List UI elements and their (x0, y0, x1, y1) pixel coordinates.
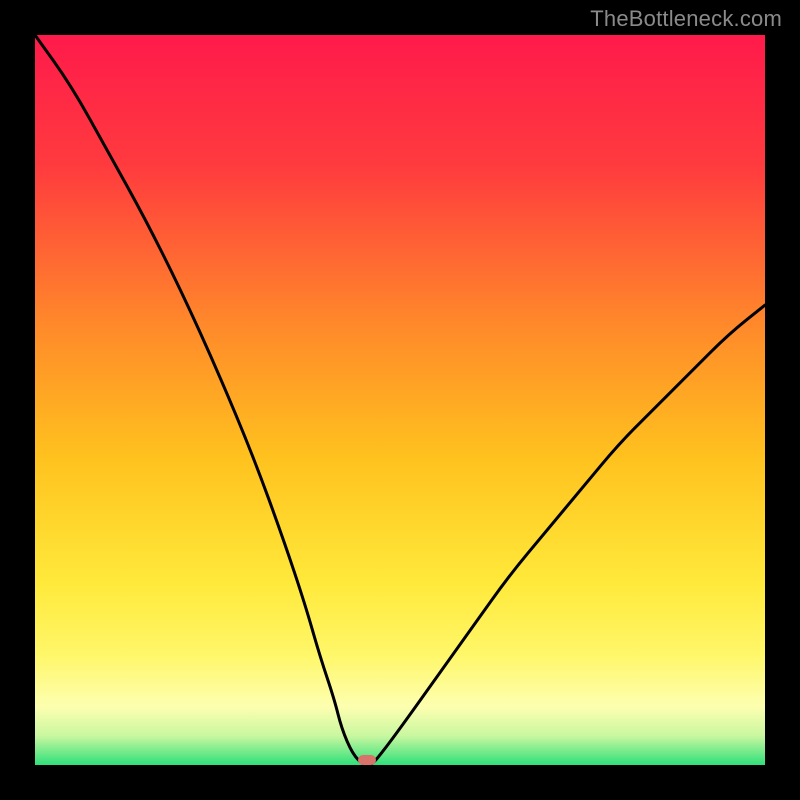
curve-layer (35, 35, 765, 765)
chart-frame: TheBottleneck.com (0, 0, 800, 800)
optimal-point-marker (358, 755, 376, 765)
plot-area (35, 35, 765, 765)
watermark-text: TheBottleneck.com (590, 6, 782, 32)
bottleneck-curve (35, 35, 765, 765)
